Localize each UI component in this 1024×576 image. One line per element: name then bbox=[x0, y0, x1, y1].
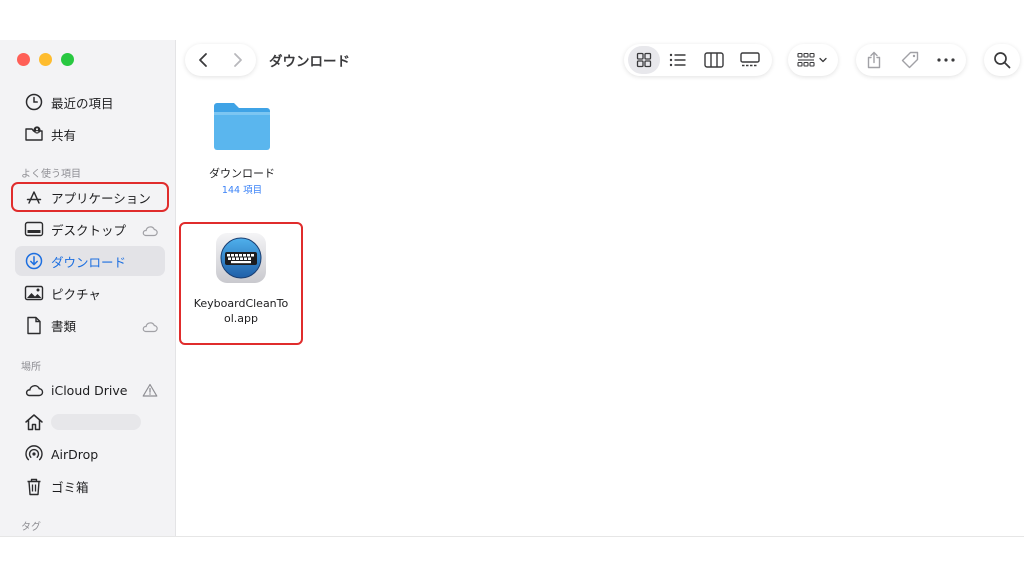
minimize-window-button[interactable] bbox=[39, 53, 52, 66]
icloud-status-icon bbox=[141, 318, 158, 337]
finder-window: 最近の項目 共有 よく使う項目 アプリケーション デスクトップ ダウンロード ピ… bbox=[0, 40, 1024, 536]
close-window-button[interactable] bbox=[17, 53, 30, 66]
sidebar-item-trash[interactable]: ゴミ箱 bbox=[15, 471, 165, 501]
sidebar-item-label: ピクチャ bbox=[51, 286, 101, 302]
view-mode-group bbox=[624, 44, 772, 76]
search-control[interactable] bbox=[984, 44, 1020, 76]
home-icon bbox=[23, 411, 45, 433]
navigation-buttons bbox=[185, 44, 256, 76]
sidebar-item-label: 最近の項目 bbox=[51, 95, 114, 111]
chevron-right-icon bbox=[233, 53, 242, 67]
sidebar-item-desktop[interactable]: デスクトップ bbox=[15, 214, 165, 244]
forward-button[interactable] bbox=[220, 44, 255, 76]
sidebar-item-label: 書類 bbox=[51, 318, 77, 334]
folder-icon bbox=[214, 103, 270, 150]
share-icon bbox=[867, 51, 881, 69]
group-by-button[interactable] bbox=[788, 44, 838, 76]
grid-view-button[interactable] bbox=[628, 46, 660, 74]
sidebar-item-documents[interactable]: 書類 bbox=[15, 310, 165, 340]
more-icon bbox=[937, 58, 955, 62]
column-view-button[interactable] bbox=[696, 44, 732, 76]
more-button[interactable] bbox=[928, 44, 964, 76]
grid-view-icon bbox=[636, 52, 652, 68]
group-by-control[interactable] bbox=[788, 44, 838, 76]
applications-highlight-box bbox=[11, 182, 169, 212]
window-title: ダウンロード bbox=[269, 54, 350, 70]
tags-section-title: タグ bbox=[21, 522, 41, 533]
folder-item-count: 144 項目 bbox=[221, 185, 263, 196]
share-button[interactable] bbox=[856, 44, 892, 76]
app-highlight-box bbox=[179, 222, 303, 345]
sidebar: 最近の項目 共有 よく使う項目 アプリケーション デスクトップ ダウンロード ピ… bbox=[0, 40, 176, 536]
sidebar-item-airdrop[interactable]: AirDrop bbox=[15, 439, 165, 469]
gallery-view-button[interactable] bbox=[732, 44, 768, 76]
tag-icon bbox=[901, 51, 919, 69]
sidebar-item-downloads[interactable]: ダウンロード bbox=[15, 246, 165, 276]
clock-icon bbox=[23, 91, 45, 113]
column-view-icon bbox=[704, 52, 724, 68]
list-view-icon bbox=[669, 53, 686, 67]
sidebar-item-label: 共有 bbox=[51, 127, 77, 143]
list-view-button[interactable] bbox=[660, 44, 696, 76]
documents-icon bbox=[23, 314, 45, 336]
sidebar-item-label: デスクトップ bbox=[51, 222, 127, 238]
chevron-left-icon bbox=[198, 53, 207, 67]
sidebar-item-label: iCloud Drive bbox=[51, 382, 128, 398]
desktop-icon bbox=[23, 218, 45, 240]
icloud-status-icon bbox=[141, 222, 158, 241]
warning-icon bbox=[142, 382, 158, 401]
folder-item-downloads[interactable]: ダウンロード 144 項目 bbox=[196, 100, 288, 196]
window-bottom-edge bbox=[0, 536, 1024, 537]
sidebar-item-shared[interactable]: 共有 bbox=[15, 119, 165, 149]
sidebar-item-label: AirDrop bbox=[51, 446, 99, 462]
sidebar-item-label: ゴミ箱 bbox=[51, 479, 89, 495]
tag-button[interactable] bbox=[892, 44, 928, 76]
pictures-icon bbox=[23, 282, 45, 304]
trash-icon bbox=[23, 475, 45, 497]
sidebar-item-recents[interactable]: 最近の項目 bbox=[15, 87, 165, 117]
sidebar-item-label: ダウンロード bbox=[51, 254, 127, 270]
group-by-icon bbox=[797, 52, 827, 67]
blurred-username bbox=[51, 414, 141, 430]
airdrop-icon bbox=[23, 443, 45, 465]
sidebar-item-pictures[interactable]: ピクチャ bbox=[15, 278, 165, 308]
action-buttons bbox=[856, 44, 966, 76]
sidebar-item-icloud-drive[interactable]: iCloud Drive bbox=[15, 375, 165, 405]
search-button[interactable] bbox=[984, 44, 1020, 76]
folder-name: ダウンロード bbox=[209, 167, 275, 180]
downloads-icon bbox=[23, 250, 45, 272]
zoom-window-button[interactable] bbox=[61, 53, 74, 66]
shared-folder-icon bbox=[23, 123, 45, 145]
favorites-section-title: よく使う項目 bbox=[21, 169, 81, 180]
back-button[interactable] bbox=[185, 44, 220, 76]
sidebar-item-home[interactable] bbox=[15, 407, 165, 437]
search-icon bbox=[994, 52, 1011, 69]
cloud-icon bbox=[23, 379, 45, 401]
locations-section-title: 場所 bbox=[21, 362, 41, 373]
gallery-view-icon bbox=[740, 52, 760, 67]
